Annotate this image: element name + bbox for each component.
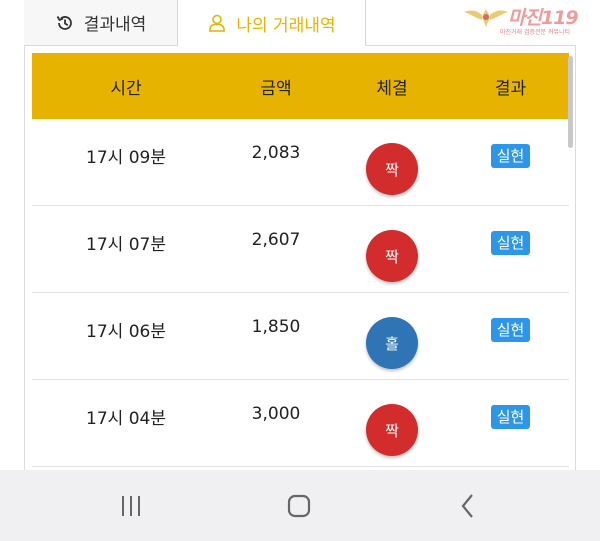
row-fill-cell: 짝: [332, 206, 452, 282]
table-header: 시간 금액 체결 결과: [32, 53, 569, 119]
tab-history-label: 결과내역: [83, 15, 147, 35]
row-result-cell: 실현: [452, 380, 569, 429]
header-amount: 금액: [260, 78, 292, 99]
table-row: 17시 09분 2,083 짝 실현: [32, 119, 569, 206]
home-button[interactable]: [279, 488, 319, 524]
watermark-text: 마진: [508, 7, 542, 29]
back-button[interactable]: [448, 488, 488, 524]
user-icon: [209, 14, 226, 32]
row-time: 17시 09분: [86, 148, 166, 168]
scrollbar[interactable]: [568, 56, 573, 148]
table-row: 17시 04분 3,000 짝 실현: [32, 380, 569, 467]
recent-apps-icon: [122, 496, 140, 516]
tab-my-trades-label: 나의 거래내역: [236, 15, 336, 36]
trade-table: 시간 금액 체결 결과 17시 09분 2,083 짝 실현 17시 07분 2…: [32, 53, 569, 467]
fill-ball: 짝: [366, 143, 418, 195]
row-amount: 3,000: [251, 404, 301, 424]
fill-ball: 짝: [366, 404, 418, 456]
tab-history[interactable]: 결과내역: [24, 0, 178, 46]
fill-ball: 홀: [366, 317, 418, 369]
watermark-subtitle: 마진거래 검증전문 커뮤니티: [500, 29, 571, 36]
result-badge: 실현: [490, 405, 531, 429]
row-time: 17시 06분: [86, 322, 166, 342]
row-fill-cell: 짝: [332, 119, 452, 195]
watermark-title: 마진119: [508, 3, 579, 30]
header-fill: 체결: [376, 78, 408, 99]
header-time: 시간: [110, 78, 142, 99]
back-icon: [461, 494, 473, 518]
row-amount: 2,083: [251, 143, 301, 163]
tab-my-trades[interactable]: 나의 거래내역: [178, 0, 366, 46]
fill-ball: 짝: [366, 230, 418, 282]
row-time: 17시 04분: [86, 409, 166, 429]
recent-apps-button[interactable]: [111, 488, 151, 524]
header-result: 결과: [494, 78, 527, 99]
home-icon: [287, 494, 311, 518]
result-badge: 실현: [490, 231, 531, 255]
row-time: 17시 07분: [86, 235, 166, 255]
table-row: 17시 06분 1,850 홀 실현: [32, 293, 569, 380]
row-result-cell: 실현: [452, 293, 569, 342]
row-amount: 2,607: [251, 230, 301, 250]
result-badge: 실현: [490, 318, 531, 342]
row-amount: 1,850: [251, 317, 301, 337]
row-fill-cell: 짝: [332, 380, 452, 456]
row-result-cell: 실현: [452, 119, 569, 168]
result-badge: 실현: [490, 144, 531, 168]
row-fill-cell: 홀: [332, 293, 452, 369]
watermark-logo: 마진119 마진거래 검증전문 커뮤니티: [464, 3, 594, 37]
history-icon: [56, 15, 72, 30]
watermark-suffix: 119: [540, 7, 579, 29]
table-row: 17시 07분 2,607 짝 실현: [32, 206, 569, 293]
android-nav-bar: [0, 470, 600, 541]
row-result-cell: 실현: [452, 206, 569, 255]
